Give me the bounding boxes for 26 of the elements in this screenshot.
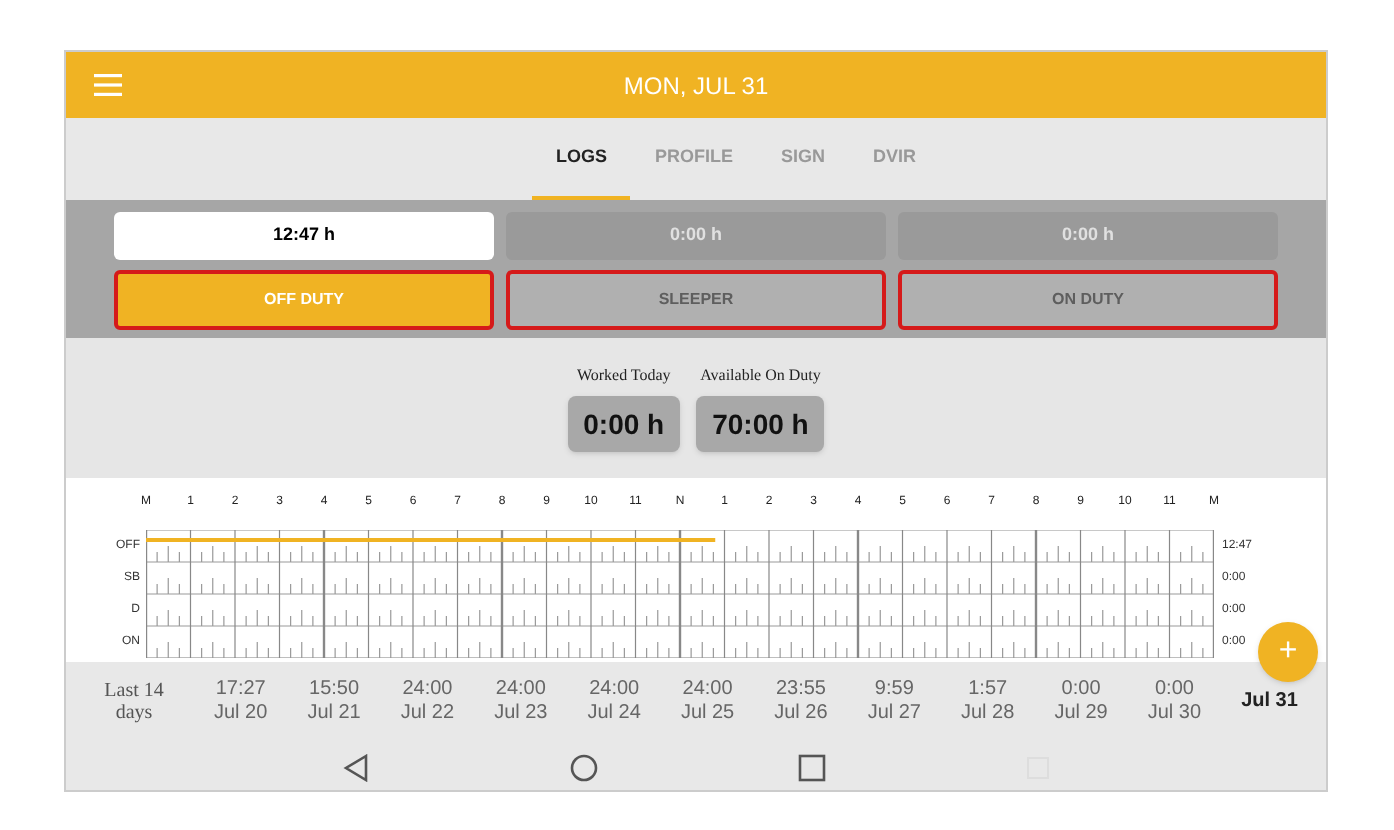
day-item[interactable]: 17:27 Jul 20 xyxy=(214,678,268,726)
home-icon[interactable] xyxy=(570,754,598,782)
day-item[interactable]: 0:00 Jul 30 xyxy=(1147,678,1202,726)
day-item[interactable]: 9:59 Jul 27 xyxy=(867,678,921,726)
recents-icon[interactable] xyxy=(798,754,826,782)
summary-value: 0:00 h xyxy=(567,396,681,452)
hours-display: 0:00 h xyxy=(506,212,886,260)
duty-status-button[interactable]: ON DUTY xyxy=(898,270,1278,330)
summary-label: Worked Today xyxy=(576,364,671,388)
day-item[interactable]: 24:00 Jul 23 xyxy=(494,678,548,726)
back-icon[interactable] xyxy=(342,754,370,782)
header-title: MON, JUL 31 xyxy=(623,69,769,103)
day-item[interactable]: Jul 31 xyxy=(1241,690,1298,714)
summary-value: 70:00 h xyxy=(696,396,825,452)
day-item[interactable]: 0:00 Jul 29 xyxy=(1054,678,1108,726)
hours-display: 0:00 h xyxy=(898,212,1278,260)
hours-display: 12:47 h xyxy=(114,212,494,260)
day-item[interactable]: 24:00 Jul 25 xyxy=(680,678,735,726)
day-item[interactable]: 24:00 Jul 24 xyxy=(587,678,641,726)
day-item[interactable]: 1:57 Jul 28 xyxy=(961,678,1015,726)
day-item[interactable]: 15:50 Jul 21 xyxy=(307,678,361,726)
duty-status-button[interactable]: SLEEPER xyxy=(506,270,886,330)
summary-label: Available On Duty xyxy=(700,364,821,388)
history-label: Last 14 days xyxy=(102,680,166,724)
day-item[interactable]: 24:00 Jul 22 xyxy=(400,678,455,726)
day-item[interactable]: 23:55 Jul 26 xyxy=(774,678,828,726)
